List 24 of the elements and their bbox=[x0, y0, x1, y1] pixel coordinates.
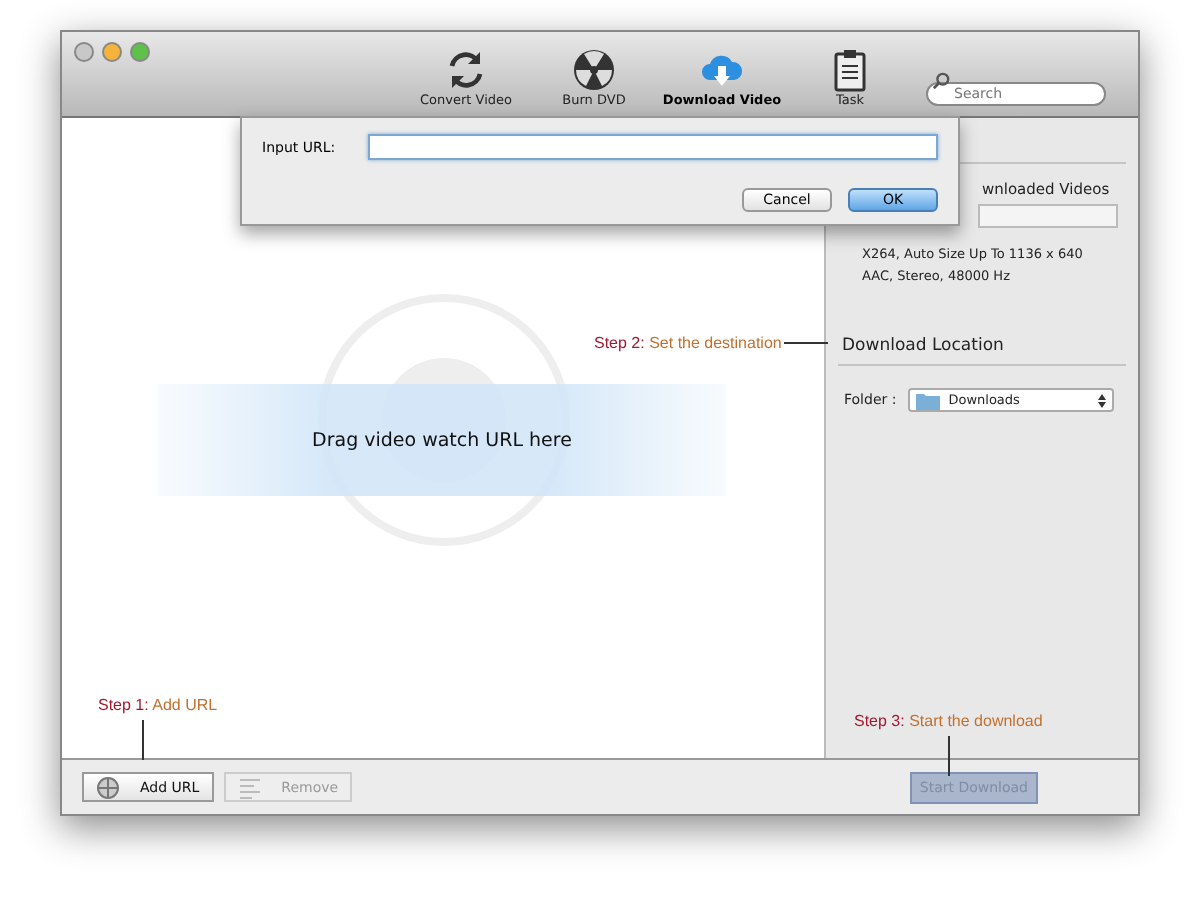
url-input-field[interactable] bbox=[367, 134, 938, 160]
leader-line bbox=[947, 736, 950, 776]
search-icon bbox=[932, 71, 950, 89]
section-heading: Download Location bbox=[840, 336, 1006, 356]
step-annotation: Step 2: Set the destination bbox=[594, 334, 782, 352]
folder-icon bbox=[916, 391, 941, 409]
step-annotation: Step 1: Add URL bbox=[98, 696, 218, 714]
leader-line bbox=[142, 720, 144, 760]
film-reel-icon bbox=[318, 294, 570, 546]
globe-icon bbox=[96, 775, 120, 799]
radiation-icon bbox=[574, 50, 614, 90]
close-icon[interactable] bbox=[74, 42, 94, 62]
zoom-icon[interactable] bbox=[130, 42, 150, 62]
refresh-icon bbox=[449, 52, 483, 88]
list-icon bbox=[237, 775, 262, 799]
leader-line bbox=[783, 342, 828, 344]
cloud-download-icon bbox=[702, 55, 743, 86]
preset-dropdown[interactable] bbox=[978, 204, 1118, 228]
drop-hint: Drag video watch URL here bbox=[312, 429, 572, 451]
step-annotation: Step 3: Start the download bbox=[854, 712, 1043, 730]
minimize-icon[interactable] bbox=[102, 42, 122, 62]
stepper-arrows-icon bbox=[1098, 393, 1106, 407]
clipboard-icon bbox=[834, 50, 866, 92]
drop-zone[interactable]: Drag video watch URL here bbox=[158, 384, 726, 496]
